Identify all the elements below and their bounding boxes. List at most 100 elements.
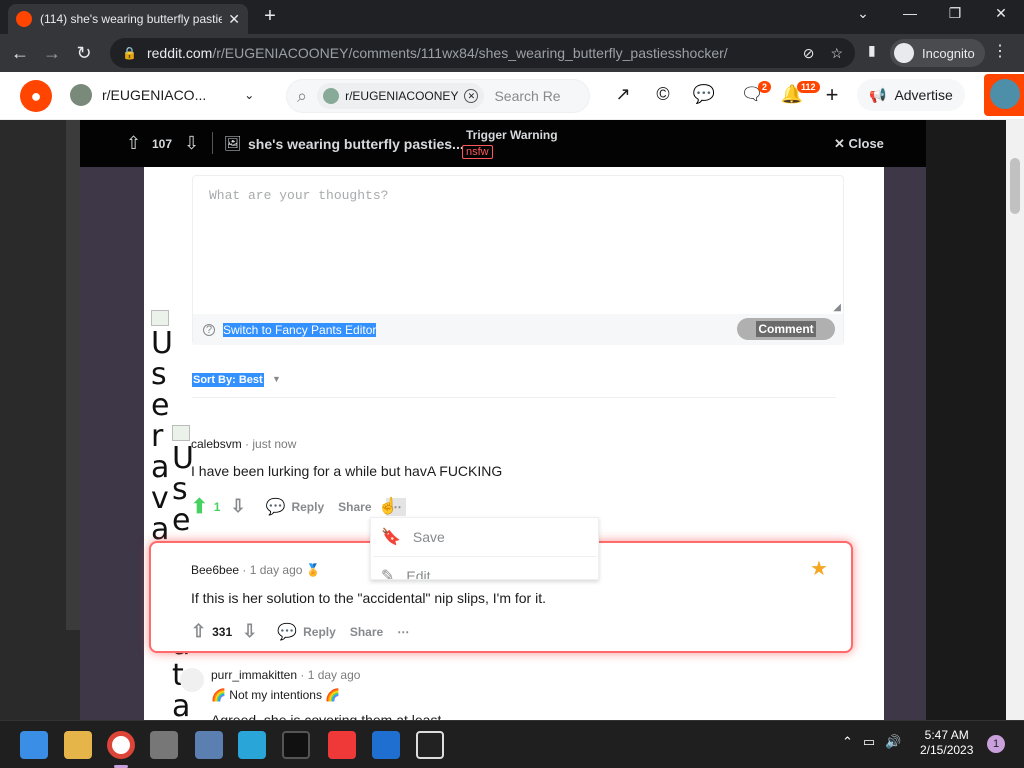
lock-icon: 🔒 (122, 46, 137, 60)
search-scope-chip[interactable]: r/EUGENIACOONEY ✕ (317, 83, 485, 109)
comment-textarea[interactable]: What are your thoughts? (193, 176, 843, 314)
comment-author-line: calebsvm · just now (191, 437, 296, 451)
snoo-avatar-icon (990, 79, 1020, 109)
file-explorer-icon[interactable] (64, 731, 92, 759)
menu-item-save[interactable]: 🔖 Save (371, 518, 598, 556)
search-bar[interactable]: ⌕ r/EUGENIACOONEY ✕ Search Re (286, 79, 590, 113)
share-button[interactable]: Share (338, 500, 371, 514)
comment-button-label: Comment (756, 321, 816, 337)
maximize-icon[interactable]: ❐ (940, 5, 970, 22)
help-icon[interactable]: ? (203, 323, 215, 336)
url-text: reddit.com/r/EUGENIACOONEY/comments/111w… (147, 45, 787, 61)
taskbar-clock[interactable]: 5:47 AM 2/15/2023 (920, 728, 973, 758)
chat-bubble-icon[interactable]: 💬 (692, 84, 716, 105)
menu-item-edit[interactable]: ✎ Edit (371, 557, 598, 580)
photos-icon[interactable] (195, 731, 223, 759)
award-icon: 🏅 (305, 563, 321, 577)
coins-icon[interactable]: © (651, 84, 675, 105)
tab-search-chevron-icon[interactable]: ⌄ (848, 5, 878, 22)
network-icon[interactable]: ▭ (863, 734, 875, 750)
sort-by-dropdown[interactable]: Sort By: Best (192, 373, 264, 387)
close-window-icon[interactable]: ✕ (986, 5, 1016, 22)
trigger-warning-label: Trigger Warning (466, 128, 558, 142)
broken-image-icon (151, 310, 169, 326)
caret-down-icon[interactable]: ▼ (272, 374, 281, 384)
notification-badge[interactable]: 1 (987, 735, 1005, 753)
windows-start-icon[interactable] (20, 731, 48, 759)
comment-time: · just now (245, 437, 297, 451)
post-top-bar: ⇧ 107 ⇩ 🖼 she's wearing butterfly pastie… (80, 120, 926, 167)
share-button[interactable]: Share (350, 625, 383, 639)
comment-author[interactable]: purr_immakitten (211, 668, 297, 682)
bookmark-star-icon[interactable]: ☆ (830, 45, 843, 62)
fancy-pants-toggle[interactable]: Switch to Fancy Pants Editor (223, 322, 377, 337)
url-domain: reddit.com (146, 45, 213, 61)
chrome-icon[interactable] (107, 731, 135, 759)
browser-menu-icon[interactable]: ⋮ (992, 41, 1008, 61)
downvote-arrow-icon[interactable]: ⇩ (230, 496, 245, 517)
upvote-active-icon[interactable]: ⬆ (191, 494, 208, 519)
vivaldi-icon[interactable] (328, 731, 356, 759)
chevron-down-icon: ⌄ (244, 88, 255, 102)
avatar[interactable] (180, 668, 204, 692)
comment-body: I have been lurking for a while but havA… (191, 463, 503, 479)
close-post-button[interactable]: ✕ Close (834, 136, 884, 152)
comment-vote-count: 1 (213, 499, 221, 514)
volume-icon[interactable]: 🔊 (885, 734, 901, 750)
upvote-arrow-icon[interactable]: ⇧ (191, 621, 206, 642)
comment-actions: ⇧ 331 ⇩ 💬 Reply Share ⋯ (191, 621, 423, 642)
subreddit-selector[interactable]: r/EUGENIACO... ⌄ (70, 84, 254, 106)
resize-grip-icon[interactable]: ◢ (833, 302, 841, 313)
side-panel-icon[interactable]: ▮ (868, 42, 876, 59)
chevron-up-icon[interactable]: ⌃ (842, 734, 853, 750)
reload-icon[interactable]: ↻ (72, 43, 96, 64)
post-vote-count: 107 (152, 136, 173, 151)
image-post-icon: 🖼 (224, 135, 242, 151)
tab-close-icon[interactable]: ✕ (228, 11, 240, 28)
search-chip-label: r/EUGENIACOONEY (345, 89, 459, 103)
pencil-icon: ✎ (381, 568, 395, 580)
more-options-button[interactable]: ⋯ (397, 625, 409, 639)
reply-button[interactable]: 💬 Reply (277, 622, 336, 642)
user-avatar[interactable] (984, 74, 1024, 116)
downvote-arrow-icon[interactable]: ⇩ (242, 621, 257, 642)
upvote-arrow-icon[interactable]: ⇧ (126, 133, 141, 154)
chat-badge: 2 (758, 81, 772, 93)
incognito-label: Incognito (922, 45, 975, 61)
chip-clear-icon[interactable]: ✕ (464, 89, 479, 103)
create-post-plus-icon[interactable]: + (820, 82, 844, 108)
virtualbox-icon[interactable] (150, 731, 178, 759)
app-icon[interactable] (238, 731, 266, 759)
incognito-indicator[interactable]: Incognito (890, 39, 985, 67)
minimize-icon[interactable]: — (895, 5, 925, 21)
back-arrow-icon[interactable]: ← (8, 43, 32, 64)
popular-arrow-icon[interactable]: ↗ (611, 84, 635, 105)
address-bar[interactable]: 🔒 reddit.com/r/EUGENIACOONEY/comments/11… (110, 38, 855, 68)
defender-shield-icon[interactable] (372, 731, 400, 759)
subreddit-avatar (70, 84, 92, 106)
downvote-arrow-icon[interactable]: ⇩ (184, 133, 199, 154)
terminal-icon[interactable] (282, 731, 310, 759)
eye-off-icon[interactable]: ⊘ (803, 45, 815, 62)
notification-badge: 112 (797, 81, 820, 93)
incognito-icon (894, 43, 914, 63)
comment-body: If this is her solution to the "accident… (191, 590, 546, 606)
reply-button[interactable]: 💬 Reply (266, 497, 325, 517)
scrollbar-thumb[interactable] (1010, 158, 1020, 214)
kodi-icon[interactable] (416, 731, 444, 759)
post-title[interactable]: she's wearing butterfly pasties... (248, 136, 464, 152)
comment-author[interactable]: Bee6bee (191, 563, 239, 577)
reddit-logo-icon[interactable]: ● (20, 80, 52, 112)
browser-tab[interactable]: (114) she's wearing butterfly pasties ✕ (8, 4, 248, 34)
reply-label: Reply (291, 499, 325, 514)
clock-date: 2/15/2023 (920, 743, 974, 757)
editor-footer: ? Switch to Fancy Pants Editor Comment (193, 314, 843, 345)
user-flair: 🌈 Not my intentions 🌈 (211, 688, 341, 702)
comment-author[interactable]: calebsvm (191, 437, 242, 451)
forward-arrow-icon[interactable]: → (40, 43, 64, 64)
new-tab-button[interactable]: + (258, 5, 282, 28)
comment-button[interactable]: Comment (737, 318, 835, 340)
advertise-button[interactable]: 📢 Advertise (857, 79, 965, 111)
comment-author-line: Bee6bee · 1 day ago 🏅 (191, 563, 321, 577)
search-icon: ⌕ (297, 85, 308, 106)
